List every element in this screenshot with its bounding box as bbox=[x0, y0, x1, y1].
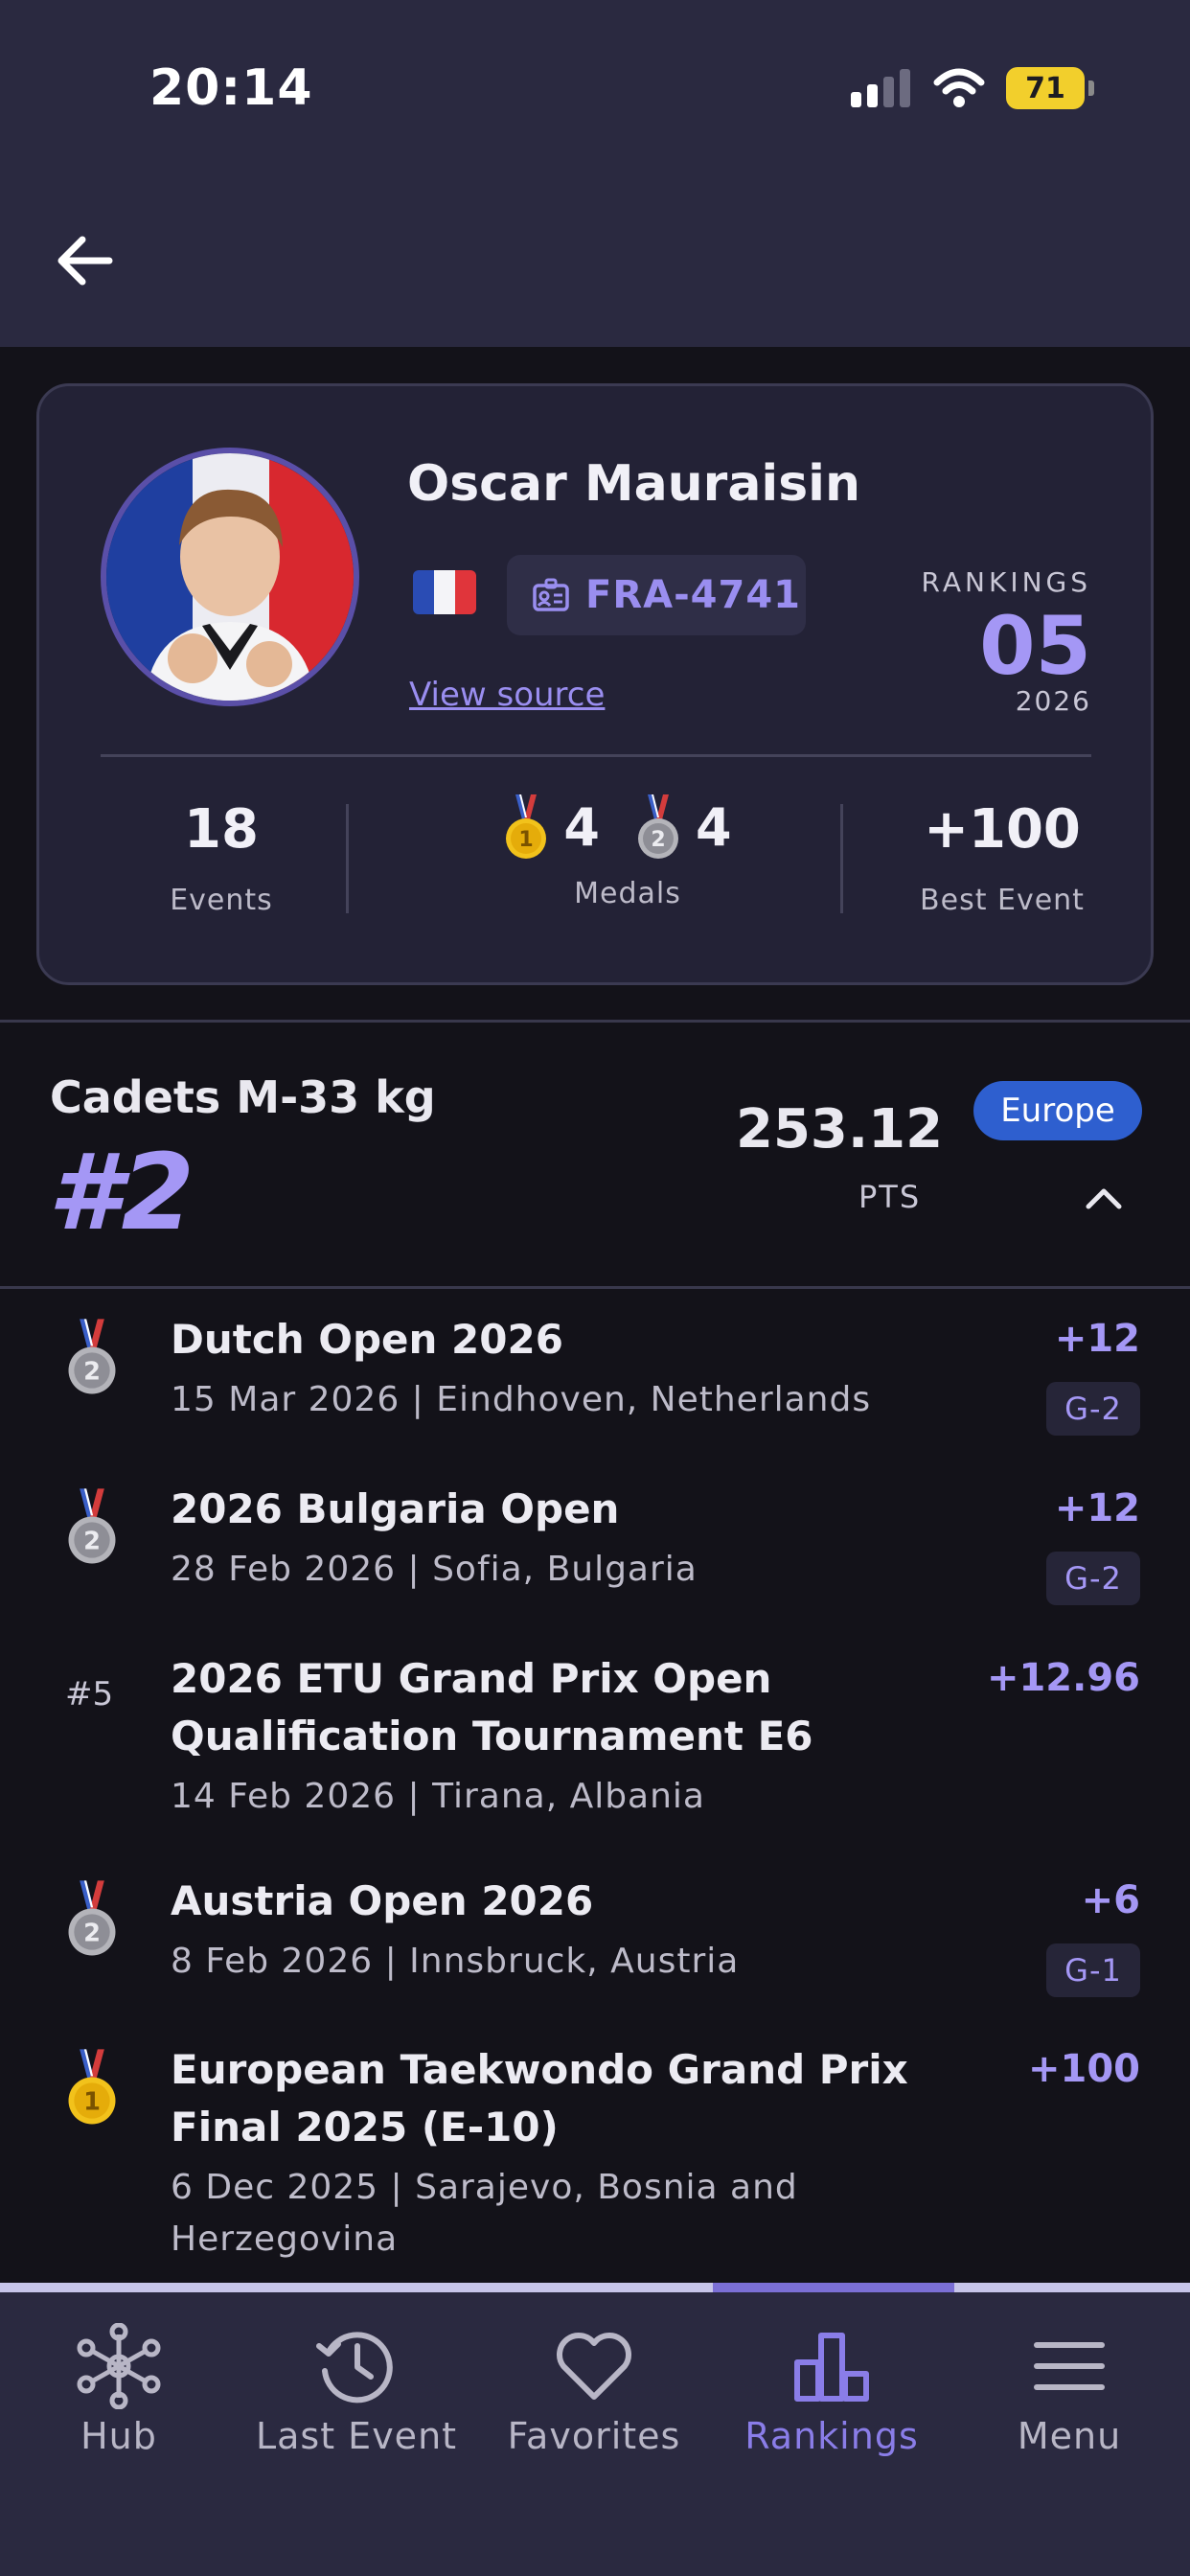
nav-item-favorites[interactable]: Favorites bbox=[475, 2323, 713, 2457]
back-button[interactable] bbox=[50, 226, 119, 295]
nav-item-hub[interactable]: Hub bbox=[0, 2323, 238, 2457]
history-icon bbox=[316, 2332, 393, 2404]
nav-label: Hub bbox=[80, 2415, 157, 2457]
nav-item-menu[interactable]: Menu bbox=[950, 2323, 1188, 2457]
svg-text:2: 2 bbox=[83, 1357, 101, 1386]
events-label: Events bbox=[170, 884, 273, 917]
event-meta: 15 Mar 2026 | Eindhoven, Netherlands bbox=[171, 1380, 872, 1419]
nav-active-indicator bbox=[713, 2283, 954, 2292]
svg-text:1: 1 bbox=[83, 2087, 101, 2116]
event-grade: G-1 bbox=[1046, 1944, 1140, 1997]
nav-item-last-event[interactable]: Last Event bbox=[238, 2323, 475, 2457]
player-name: Oscar Mauraisin bbox=[407, 455, 861, 513]
event-title: Dutch Open 2026 bbox=[171, 1316, 563, 1363]
nav-label: Favorites bbox=[507, 2415, 681, 2457]
event-row[interactable]: 2 Austria Open 2026 8 Feb 2026 | Innsbru… bbox=[0, 1873, 1190, 2036]
id-card-icon bbox=[533, 578, 569, 611]
event-title: Austria Open 2026 bbox=[171, 1877, 594, 1924]
event-points: +12 bbox=[1054, 1317, 1140, 1361]
division-title: Cadets M-33 kg bbox=[50, 1071, 436, 1123]
svg-text:1: 1 bbox=[519, 828, 534, 852]
silver-medal-icon: 2 bbox=[68, 1880, 116, 1956]
event-row[interactable]: 2 2026 Bulgaria Open 28 Feb 2026 | Sofia… bbox=[0, 1481, 1190, 1644]
event-points: +6 bbox=[1081, 1878, 1140, 1922]
stat-separator bbox=[346, 804, 349, 913]
rankings-year: 2026 bbox=[1015, 685, 1091, 717]
event-points: +100 bbox=[1027, 2047, 1140, 2091]
svg-text:2: 2 bbox=[83, 1919, 101, 1947]
nav-label: Rankings bbox=[744, 2415, 919, 2457]
battery-icon: 71 bbox=[1006, 67, 1094, 109]
player-id-text: FRA-4741 bbox=[585, 573, 802, 617]
gold-count: 4 bbox=[563, 796, 600, 858]
division-points: 253.12 bbox=[736, 1098, 944, 1161]
svg-text:2: 2 bbox=[651, 828, 665, 852]
view-source-link[interactable]: View source bbox=[409, 676, 605, 714]
gold-medal-icon: 1 bbox=[506, 794, 547, 859]
chevron-up-icon bbox=[1086, 1188, 1122, 1209]
medals-label: Medals bbox=[574, 877, 681, 910]
player-id-chip: FRA-4741 bbox=[507, 555, 806, 635]
event-meta: 6 Dec 2025 | Sarajevo, Bosnia and Herzeg… bbox=[171, 2168, 798, 2259]
silver-medal-icon: 2 bbox=[638, 794, 678, 859]
battery-level: 71 bbox=[1025, 71, 1065, 105]
france-flag-icon bbox=[413, 570, 476, 614]
profile-card: Oscar Mauraisin FRA-4741 View source RAN… bbox=[36, 383, 1154, 985]
status-time: 20:14 bbox=[149, 59, 313, 117]
network-icon bbox=[77, 2323, 161, 2409]
rankings-label: RANKINGS bbox=[921, 566, 1091, 598]
event-row[interactable]: #5 2026 ETU Grand Prix Open Qualificatio… bbox=[0, 1650, 1190, 1871]
event-grade: G-2 bbox=[1046, 1382, 1140, 1436]
silver-medal-icon: 2 bbox=[68, 1488, 116, 1564]
event-place: #5 bbox=[65, 1675, 114, 1714]
best-event-value: +100 bbox=[924, 798, 1081, 861]
wifi-icon bbox=[933, 68, 985, 107]
status-icons: 71 bbox=[849, 61, 1094, 115]
event-title: 2026 Bulgaria Open bbox=[171, 1485, 620, 1532]
nav-item-rankings[interactable]: Rankings bbox=[713, 2323, 950, 2457]
event-meta: 28 Feb 2026 | Sofia, Bulgaria bbox=[171, 1550, 698, 1589]
arrow-left-icon bbox=[57, 236, 113, 286]
gold-medal-icon: 1 bbox=[68, 2049, 116, 2125]
region-badge: Europe bbox=[973, 1081, 1142, 1140]
player-avatar bbox=[101, 448, 359, 706]
heart-icon bbox=[557, 2333, 631, 2400]
signal-icon bbox=[851, 69, 910, 107]
bar-chart-icon bbox=[794, 2333, 869, 2402]
event-title: European Taekwondo Grand Prix Final 2025… bbox=[171, 2046, 908, 2150]
rankings-value: 05 bbox=[979, 599, 1091, 693]
svg-text:2: 2 bbox=[83, 1527, 101, 1555]
event-points: +12 bbox=[1054, 1486, 1140, 1530]
top-bar: 20:14 71 bbox=[0, 0, 1190, 347]
medals-stat: 1 4 2 4 Medals bbox=[426, 789, 829, 910]
collapse-button[interactable] bbox=[1081, 1175, 1127, 1221]
event-grade: G-2 bbox=[1046, 1552, 1140, 1605]
section-divider bbox=[0, 1286, 1190, 1289]
events-value: 18 bbox=[184, 798, 259, 861]
nav-label: Menu bbox=[1017, 2415, 1122, 2457]
bottom-nav: Hub Last Event Favorites Rankings Menu bbox=[0, 2292, 1190, 2576]
events-stat: 18 Events bbox=[135, 798, 308, 917]
section-divider bbox=[0, 1020, 1190, 1023]
event-row[interactable]: 1 European Taekwondo Grand Prix Final 20… bbox=[0, 2041, 1190, 2281]
event-title: 2026 ETU Grand Prix Open Qualification T… bbox=[171, 1655, 813, 1760]
menu-icon bbox=[1034, 2342, 1105, 2390]
event-meta: 8 Feb 2026 | Innsbruck, Austria bbox=[171, 1942, 740, 1981]
event-meta: 14 Feb 2026 | Tirana, Albania bbox=[171, 1777, 705, 1816]
best-event-label: Best Event bbox=[920, 884, 1085, 917]
nav-label: Last Event bbox=[255, 2415, 458, 2457]
silver-medal-icon: 2 bbox=[68, 1319, 116, 1394]
event-row[interactable]: 2 Dutch Open 2026 15 Mar 2026 | Eindhove… bbox=[0, 1311, 1190, 1474]
nav-accent-line bbox=[0, 2283, 1190, 2292]
event-points: +12.96 bbox=[986, 1656, 1140, 1700]
points-label: PTS bbox=[858, 1179, 922, 1215]
card-divider bbox=[101, 754, 1091, 757]
stat-separator bbox=[840, 804, 843, 913]
division-rank: #2 bbox=[48, 1131, 195, 1254]
best-event-stat: +100 Best Event bbox=[882, 798, 1122, 917]
silver-count: 4 bbox=[696, 796, 732, 858]
